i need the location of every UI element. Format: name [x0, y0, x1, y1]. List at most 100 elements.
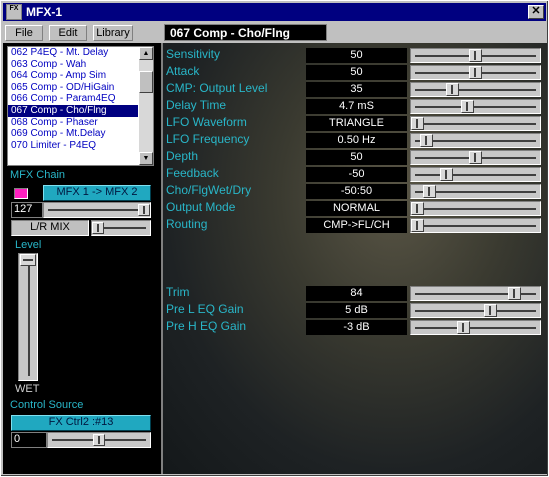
control-source-value[interactable]: 0 — [11, 432, 47, 448]
app-icon: FX — [6, 4, 22, 20]
chain-led-icon[interactable] — [14, 188, 28, 199]
slider-thumb[interactable] — [457, 321, 470, 334]
chain-value[interactable]: 127 — [11, 202, 43, 218]
slider-track — [415, 225, 536, 227]
slider-thumb[interactable] — [411, 202, 424, 215]
param-slider-lfo-frequency[interactable] — [410, 133, 541, 148]
slider-thumb[interactable] — [411, 219, 424, 232]
slider-thumb[interactable] — [484, 304, 497, 317]
list-item[interactable]: 063 Comp - Wah — [8, 59, 138, 71]
param-value-output-mode[interactable]: NORMAL — [306, 201, 407, 216]
param-value-delay-time[interactable]: 4.7 mS — [306, 99, 407, 114]
slider-thumb[interactable] — [411, 117, 424, 130]
param-slider-depth[interactable] — [410, 150, 541, 165]
chain-slider-track — [48, 209, 146, 211]
slider-track — [415, 208, 536, 210]
cs-slider-thumb[interactable] — [93, 434, 105, 446]
param-label-lfo-waveform: LFO Waveform — [166, 115, 247, 129]
list-item[interactable]: 068 Comp - Phaser — [8, 117, 138, 129]
slider-thumb[interactable] — [440, 168, 453, 181]
list-item[interactable]: 065 Comp - OD/HiGain — [8, 82, 138, 94]
list-scrollbar[interactable]: ▲ ▼ — [139, 47, 153, 165]
level-slider-thumb[interactable] — [20, 254, 36, 266]
list-item[interactable]: 067 Comp - Cho/Flng — [8, 104, 138, 117]
list-item[interactable]: 064 Comp - Amp Sim — [8, 70, 138, 82]
slider-thumb[interactable] — [469, 49, 482, 62]
param-slider-pre-h-eq-gain[interactable] — [410, 320, 541, 335]
param-value-cmp-output-level[interactable]: 35 — [306, 82, 407, 97]
param-value-attack[interactable]: 50 — [306, 65, 407, 80]
param-slider-feedback[interactable] — [410, 167, 541, 182]
slider-thumb[interactable] — [508, 287, 521, 300]
control-source-button[interactable]: FX Ctrl2 :#13 — [11, 415, 151, 431]
param-label-pre-h-eq-gain: Pre H EQ Gain — [166, 319, 247, 333]
param-value-cho-flgwet-dry[interactable]: -50:50 — [306, 184, 407, 199]
param-label-pre-l-eq-gain: Pre L EQ Gain — [166, 302, 244, 316]
param-value-pre-h-eq-gain[interactable]: -3 dB — [306, 320, 407, 335]
slider-thumb[interactable] — [469, 151, 482, 164]
slider-track — [415, 174, 536, 176]
param-label-routing: Routing — [166, 217, 208, 231]
list-item[interactable]: 070 Limiter - P4EQ — [8, 140, 138, 152]
menu-file[interactable]: File — [5, 25, 43, 41]
slider-thumb[interactable] — [461, 100, 474, 113]
param-slider-attack[interactable] — [410, 65, 541, 80]
slider-track — [415, 310, 536, 312]
wet-label: WET — [15, 383, 40, 395]
mfx-chain-label: MFX Chain — [10, 169, 66, 181]
mfx-routing-button[interactable]: MFX 1 -> MFX 2 — [43, 185, 151, 201]
param-value-pre-l-eq-gain[interactable]: 5 dB — [306, 303, 407, 318]
slider-thumb[interactable] — [423, 185, 436, 198]
param-label-lfo-frequency: LFO Frequency — [166, 132, 250, 146]
param-slider-sensitivity[interactable] — [410, 48, 541, 63]
param-value-routing[interactable]: CMP->FL/CH — [306, 218, 407, 233]
param-label-cho-flgwet-dry: Cho/FlgWet/Dry — [166, 183, 252, 197]
library-list[interactable]: 062 P4EQ - Mt. Delay 063 Comp - Wah 064 Co… — [7, 46, 154, 166]
menu-library[interactable]: Library — [93, 25, 133, 41]
param-label-attack: Attack — [166, 64, 200, 78]
param-value-lfo-waveform[interactable]: TRIANGLE — [306, 116, 407, 131]
list-item[interactable]: 069 Comp - Mt.Delay — [8, 128, 138, 140]
slider-thumb[interactable] — [469, 66, 482, 79]
param-value-depth[interactable]: 50 — [306, 150, 407, 165]
mix-slider-thumb[interactable] — [92, 222, 104, 234]
param-slider-delay-time[interactable] — [410, 99, 541, 114]
param-label-delay-time: Delay Time — [166, 98, 227, 112]
scroll-up-icon[interactable]: ▲ — [139, 47, 153, 60]
param-slider-pre-l-eq-gain[interactable] — [410, 303, 541, 318]
mix-slider[interactable] — [91, 220, 151, 236]
slider-track — [415, 327, 536, 329]
list-item[interactable]: 066 Comp - Param4EQ — [8, 93, 138, 105]
param-value-lfo-frequency[interactable]: 0.50 Hz — [306, 133, 407, 148]
title-bar[interactable]: FX MFX-1 ✕ — [3, 3, 546, 21]
control-source-label: Control Source — [10, 399, 84, 411]
param-label-output-mode: Output Mode — [166, 200, 236, 214]
param-value-sensitivity[interactable]: 50 — [306, 48, 407, 63]
param-label-feedback: Feedback — [166, 166, 219, 180]
list-item[interactable]: 062 P4EQ - Mt. Delay — [8, 47, 138, 59]
level-slider-track — [28, 258, 30, 376]
param-value-trim[interactable]: 84 — [306, 286, 407, 301]
param-value-feedback[interactable]: -50 — [306, 167, 407, 182]
param-slider-output-mode[interactable] — [410, 201, 541, 216]
param-label-sensitivity: Sensitivity — [166, 47, 221, 61]
chain-slider-thumb[interactable] — [138, 204, 150, 216]
level-slider[interactable] — [18, 253, 38, 381]
param-label-trim: Trim — [166, 285, 190, 299]
param-slider-cho-flgwet-dry[interactable] — [410, 184, 541, 199]
menu-edit[interactable]: Edit — [49, 25, 87, 41]
param-slider-lfo-waveform[interactable] — [410, 116, 541, 131]
param-slider-cmp-output-level[interactable] — [410, 82, 541, 97]
param-slider-trim[interactable] — [410, 286, 541, 301]
slider-thumb[interactable] — [420, 134, 433, 147]
close-icon[interactable]: ✕ — [528, 5, 544, 19]
control-source-slider[interactable] — [47, 432, 151, 448]
param-label-depth: Depth — [166, 149, 199, 163]
scroll-thumb[interactable] — [139, 71, 153, 93]
slider-track — [415, 106, 536, 108]
param-slider-routing[interactable] — [410, 218, 541, 233]
slider-thumb[interactable] — [446, 83, 459, 96]
chain-slider[interactable] — [43, 202, 151, 218]
mfx-window: FX MFX-1 ✕ File Edit Library 067 Comp - … — [0, 0, 549, 477]
scroll-down-icon[interactable]: ▼ — [139, 152, 153, 165]
